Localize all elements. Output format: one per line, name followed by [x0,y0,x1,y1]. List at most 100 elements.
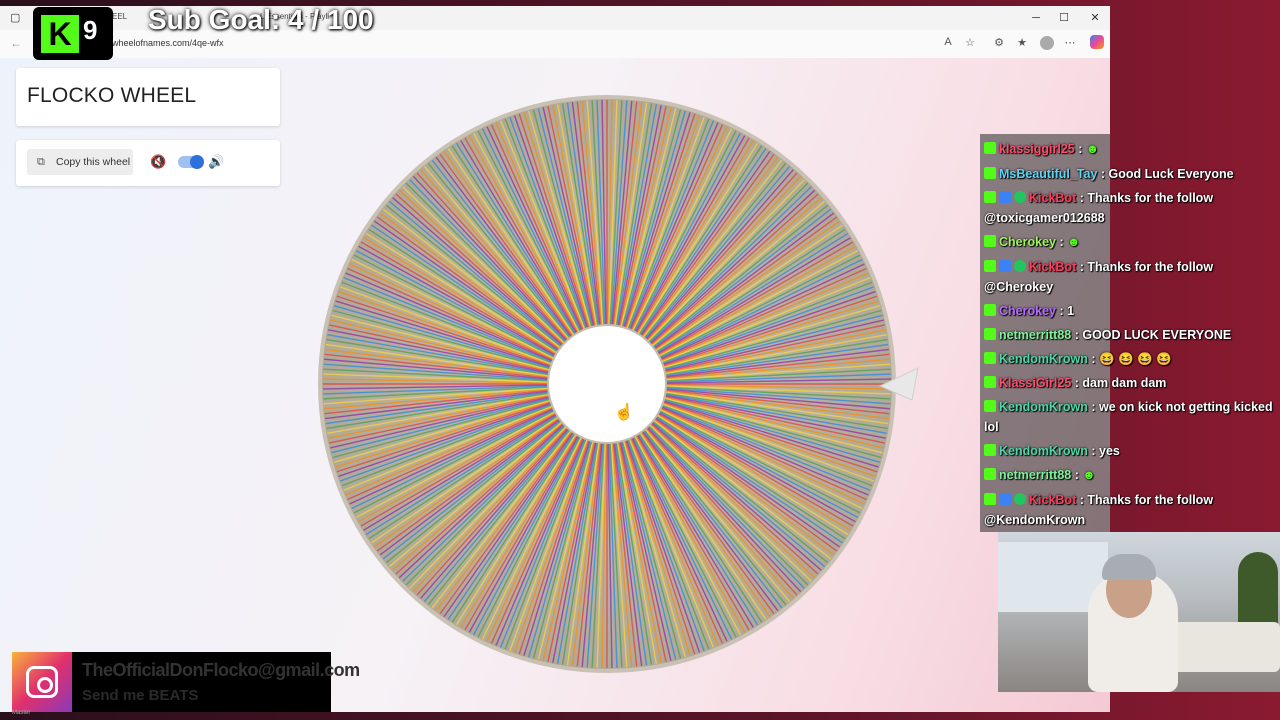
kick-badge-icon [984,444,996,456]
tab-wheel[interactable]: EEL [112,12,127,21]
kick-count: 9 [83,15,98,45]
chat-text-continued: @Cherokey [984,280,1054,294]
favorites-icon[interactable]: ★ [1014,36,1030,49]
chat-message: netmerritt88 : GOOD LUCK EVERYONE [984,328,1231,342]
webcam-couch [1168,622,1280,672]
close-button[interactable]: ✕ [1083,10,1107,26]
wheel-center[interactable] [549,326,665,442]
chat-message: netmerritt88 : ☻ [984,468,1096,482]
chat-text-continued: @toxicgamer012688 [984,211,1105,225]
webcam-feed [998,532,1280,692]
chat-text: : Good Luck Everyone [1097,167,1234,181]
wheel-title-card: FLOCKO WHEEL [16,68,280,126]
url-field[interactable]: wheelofnames.com/4qe-wfx [112,38,224,48]
wheel-controls-card: ⧉ Copy this wheel 🔇 🔊 [16,140,280,186]
read-aloud-icon[interactable]: A [940,36,956,48]
hand-cursor-icon: ☝ [614,404,634,421]
copy-icon: ⧉ [37,156,45,168]
chat-username[interactable]: Cherokey [999,235,1056,249]
emote-icon: ☻ [1067,235,1081,249]
copy-wheel-button[interactable]: ⧉ Copy this wheel [27,149,133,175]
kick-logo-icon: K [41,15,79,53]
chat-text: : we on kick not getting kicked [1087,400,1273,414]
chat-username[interactable]: klassiggirl25 [999,142,1075,156]
instagram-overlay: TheOfficialDonFlocko@gmail.com Send me B… [12,652,360,712]
kick-viewer-badge: K 9 [33,7,113,60]
kick-badge-icon [984,376,996,388]
chat-username[interactable]: KendomKrown [999,400,1088,414]
chat-text: : Thanks for the follow [1076,493,1214,507]
chat-username[interactable]: KendomKrown [999,444,1088,458]
taskbar-tag: Master [12,710,31,716]
chat-username[interactable]: KlassiGirl25 [999,376,1071,390]
chat-text: : Thanks for the follow [1076,260,1214,274]
sound-toggle[interactable] [178,155,204,169]
kick-badge-icon [984,304,996,316]
chat-text: : [1055,235,1068,249]
extensions-icon[interactable]: ⚙ [991,36,1007,49]
favorite-star-icon[interactable]: ☆ [962,36,978,49]
instagram-email: TheOfficialDonFlocko@gmail.com [82,660,360,680]
chat-message: KendomKrown : yes [984,444,1120,458]
chat-message: KlassiGirl25 : dam dam dam [984,376,1166,390]
mod-badge-icon [999,493,1011,505]
kick-badge-icon [984,493,996,505]
sound-toggle-knob [190,155,204,169]
copilot-icon[interactable] [1090,35,1104,49]
chat-username[interactable]: netmerritt88 [999,328,1071,342]
volume-icon[interactable]: 🔊 [208,154,224,170]
chat-message: MsBeautiful_Tay : Good Luck Everyone [984,167,1234,181]
chat-text: : 1 [1055,304,1075,318]
mod-badge-icon [999,260,1011,272]
emote-icon: ☻ [1085,142,1100,156]
sub-goal-text: Sub Goal: 4 / 100 [148,4,374,35]
emote-icon: ☻ [1082,468,1096,482]
chat-username[interactable]: netmerritt88 [999,468,1071,482]
chat-text: : yes [1087,444,1120,458]
profile-avatar[interactable] [1040,36,1054,50]
instagram-send-text: Send me BEATS [82,687,199,704]
kick-badge-icon [984,191,996,203]
kick-badge-icon [984,167,996,179]
chat-username[interactable]: KickBot [1029,260,1076,274]
chat-username[interactable]: MsBeautiful_Tay [999,167,1097,181]
ver-badge-icon [1014,260,1026,272]
chat-username[interactable]: KickBot [1029,191,1076,205]
kick-badge-icon [984,328,996,340]
more-menu-icon[interactable]: ⋯ [1062,36,1078,49]
ver-badge-icon [1014,191,1026,203]
tab-actions-icon[interactable]: ▢ [10,12,22,24]
wheel[interactable] [300,86,940,712]
browser-window: ▢ EEL L Essentials - Playli ─ ☐ ✕ ← whee… [0,6,1110,712]
webcam-hat [1102,554,1156,580]
chat-username[interactable]: KickBot [1029,493,1076,507]
chat-username[interactable]: KendomKrown [999,352,1088,366]
kick-badge-icon [984,260,996,272]
chat-message: KickBot : Thanks for the follow [984,191,1213,205]
kick-badge-icon [984,235,996,247]
chat-message: KendomKrown : we on kick not getting kic… [984,400,1273,414]
minimize-button[interactable]: ─ [1024,10,1048,26]
mute-icon[interactable]: 🔇 [150,154,166,170]
wheel-title[interactable]: FLOCKO WHEEL [27,84,196,108]
chat-text: : [1071,468,1083,482]
chat-text: : Thanks for the follow [1076,191,1214,205]
maximize-button[interactable]: ☐ [1052,10,1076,26]
chat-message: klassiggirl25 : ☻ [984,142,1099,156]
chat-text-continued: lol [984,420,999,434]
chat-text: : [1074,142,1086,156]
chat-text: : dam dam dam [1071,376,1167,390]
chat-message: KickBot : Thanks for the follow [984,260,1213,274]
wheel-page: FLOCKO WHEEL ⧉ Copy this wheel 🔇 🔊 ☝ [0,58,1110,712]
chat-text: : GOOD LUCK EVERYONE [1071,328,1232,342]
copy-wheel-label: Copy this wheel [56,156,131,168]
chat-username[interactable]: Cherokey [999,304,1056,318]
chat-text-continued: @KendomKrown [984,513,1086,527]
kick-badge-icon [984,352,996,364]
chat-message: KendomKrown : 😆 😆 😆 😆 [984,352,1172,367]
back-icon[interactable]: ← [10,36,22,50]
mod-badge-icon [999,191,1011,203]
chat-message: Cherokey : ☻ [984,235,1080,249]
chat-message: KickBot : Thanks for the follow [984,493,1213,507]
ver-badge-icon [1014,493,1026,505]
